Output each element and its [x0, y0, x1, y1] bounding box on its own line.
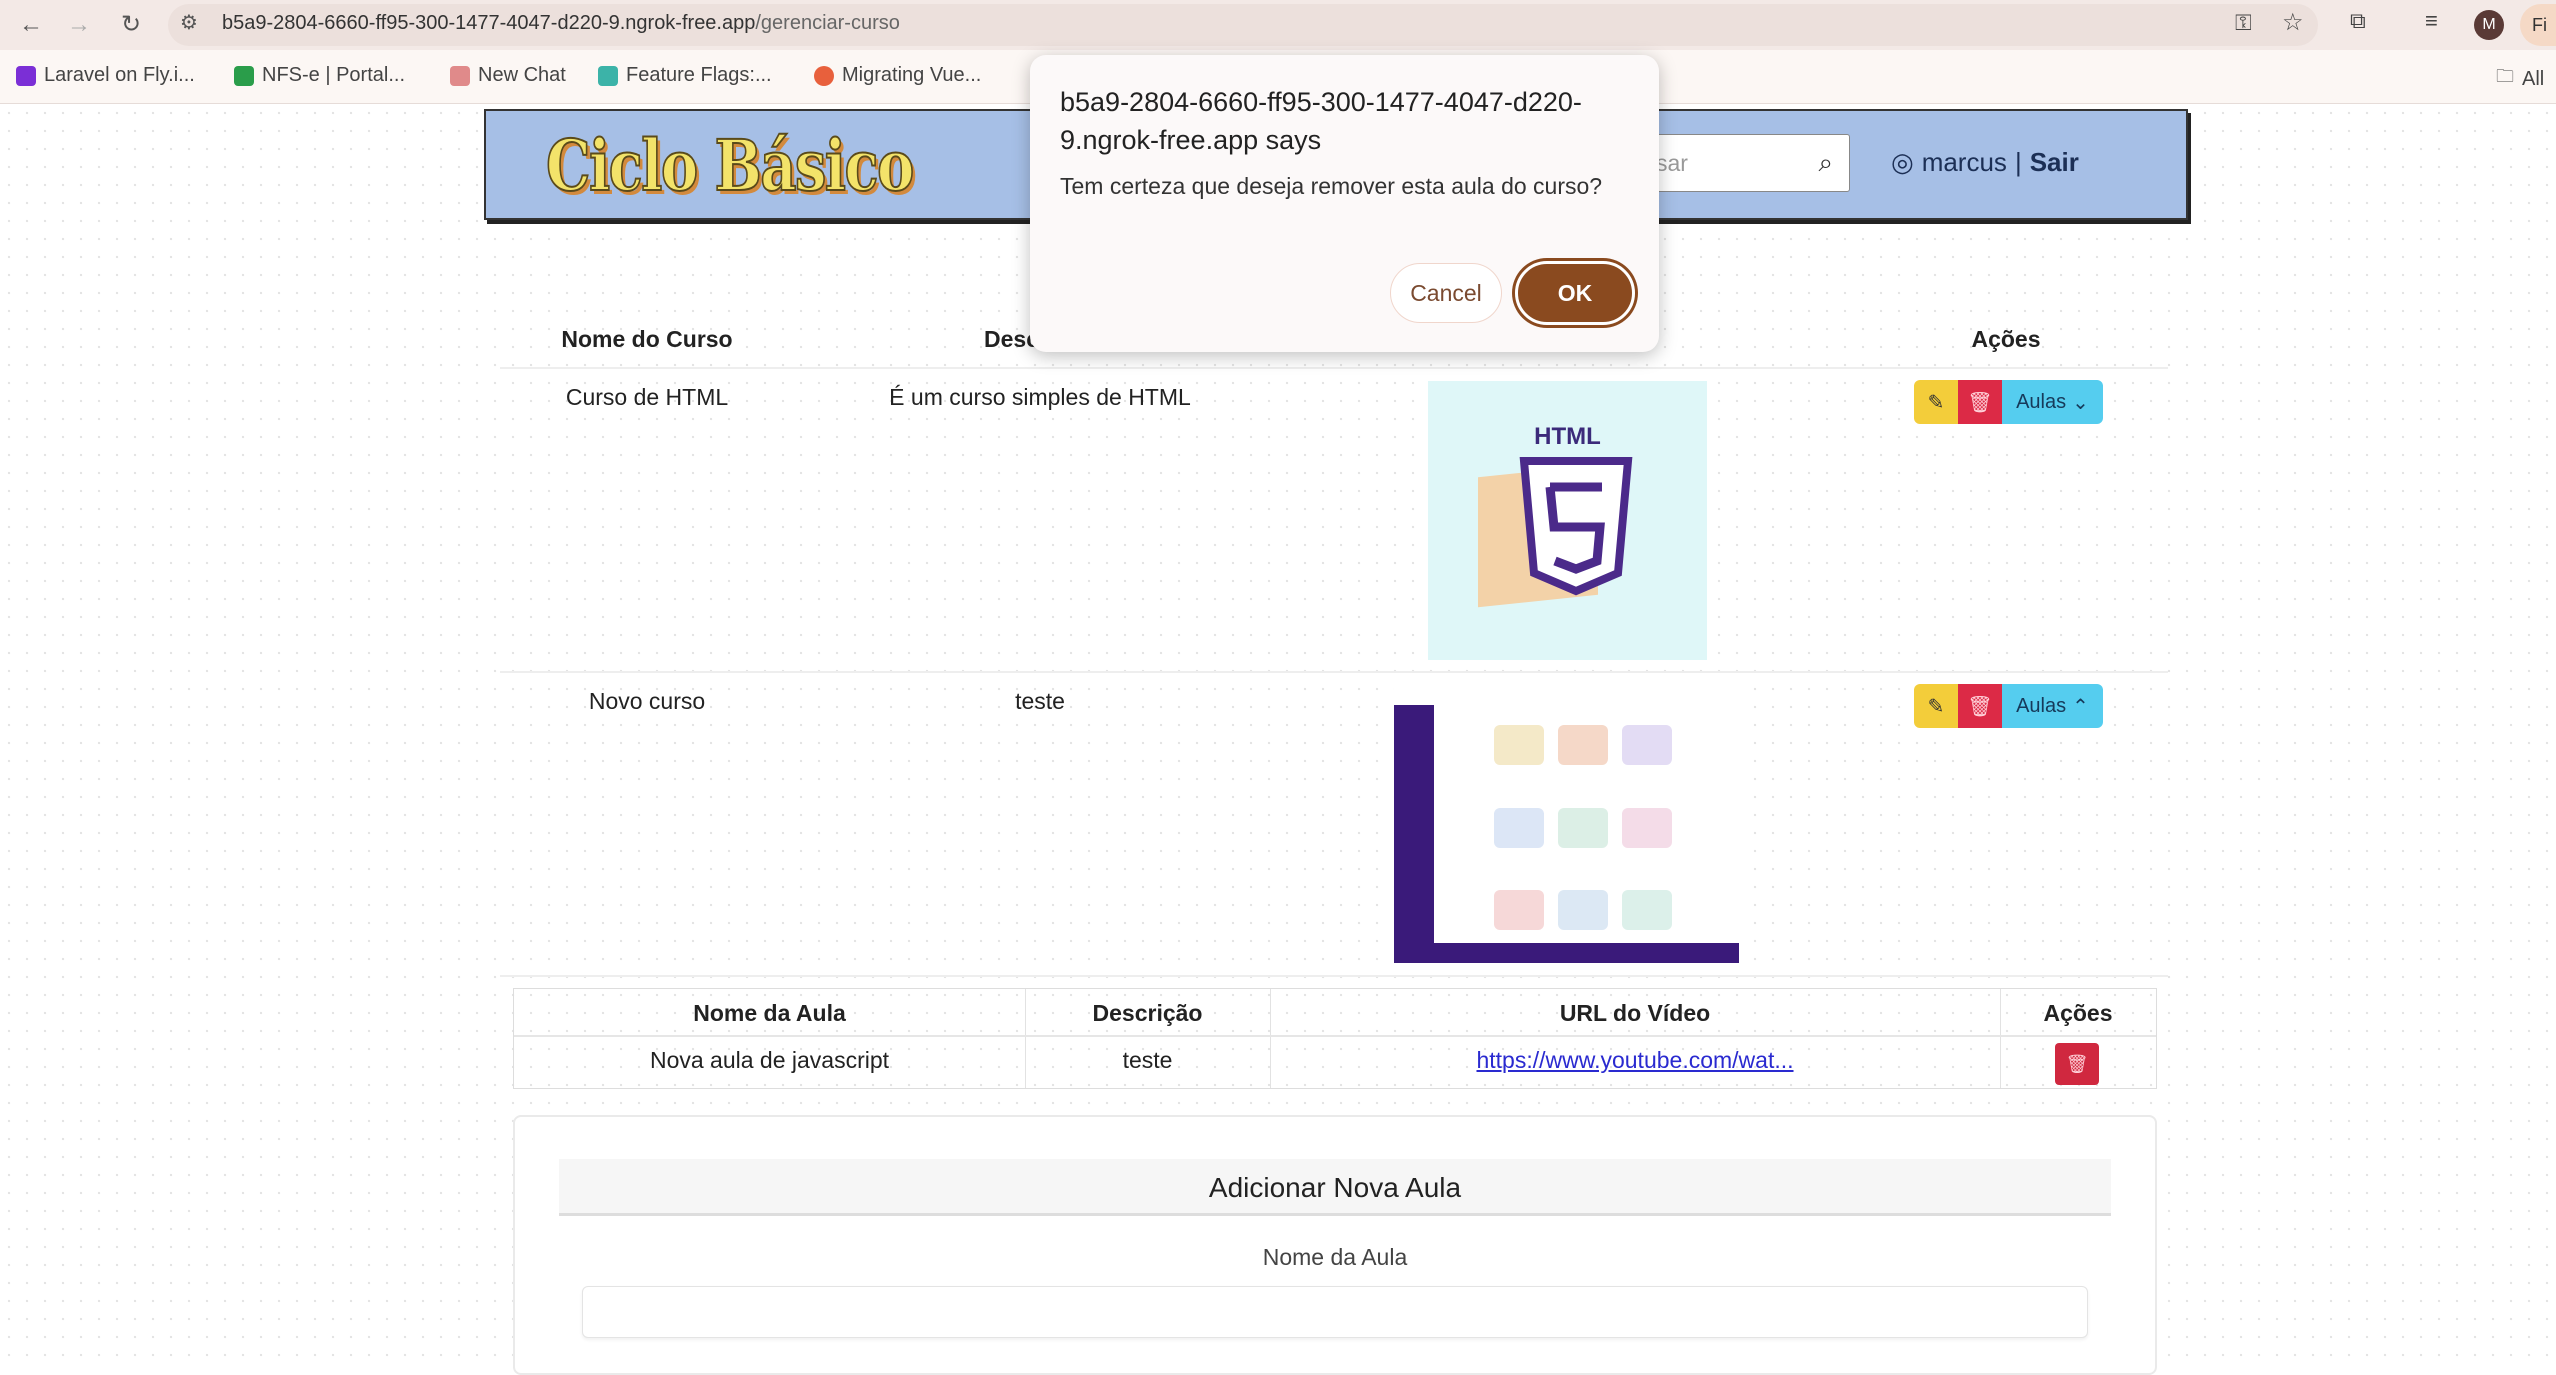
dialog-message: Tem certeza que deseja remover esta aula…	[1060, 173, 1603, 199]
chevron-up-icon: ⌃	[2072, 695, 2089, 718]
all-bookmarks-label: All	[2522, 67, 2545, 90]
trash-icon: 🗑	[1967, 391, 1993, 414]
grid-icon	[1622, 807, 1672, 848]
delete-button[interactable]: 🗑	[1958, 380, 2002, 424]
lessons-table: Nome da Aula Descrição URL do Vídeo Açõe…	[513, 988, 2157, 1089]
aulas-toggle-button[interactable]: Aulas ⌃	[2002, 684, 2103, 728]
grid-icon	[1622, 725, 1672, 765]
course-image-html: HTML	[1428, 381, 1707, 660]
dialog-title: b5a9-2804-6660-ff95-300-1477-4047-d220-9…	[1060, 87, 1582, 155]
profile-avatar[interactable]: M	[2474, 10, 2504, 40]
side-panel-button[interactable]: Fi	[2520, 4, 2556, 46]
lesson-name: Nova aula de javascript	[649, 1047, 890, 1073]
trash-icon: 🗑	[1967, 695, 1993, 718]
divider	[500, 975, 2168, 977]
aulas-label: Aulas	[2016, 694, 2067, 717]
bookmark-nfse[interactable]: NFS-e | Portal...	[234, 64, 405, 87]
divider	[500, 671, 2168, 673]
grid-icon	[1622, 890, 1672, 931]
logout-link[interactable]: Sair	[2030, 147, 2079, 178]
col-header-actions: Ações	[1971, 326, 2041, 352]
user-icon: ◎	[1891, 147, 1914, 177]
bookmark-label: Feature Flags:...	[626, 64, 772, 86]
icon-grid	[1434, 685, 1739, 943]
media-icon[interactable]: ≡	[2425, 8, 2438, 34]
pencil-icon: ✎	[1927, 391, 1945, 414]
reload-icon[interactable]: ↻	[114, 8, 148, 42]
lesson-header-name: Nome da Aula	[693, 1000, 846, 1026]
bookmark-favicon-icon	[450, 65, 470, 86]
course-name: Novo curso	[588, 688, 706, 714]
confirm-dialog: b5a9-2804-6660-ff95-300-1477-4047-d220-9…	[1030, 55, 1659, 352]
grid-icon	[1558, 807, 1608, 848]
grid-icon	[1494, 725, 1544, 765]
url-host: b5a9-2804-6660-ff95-300-1477-4047-d220-9…	[222, 12, 756, 34]
html-logo-label: HTML	[1534, 423, 1601, 450]
divider	[514, 1035, 2156, 1037]
forward-icon[interactable]: →	[62, 8, 96, 42]
lesson-header-description: Descrição	[1092, 1000, 1203, 1026]
course-image-novo	[1394, 685, 1739, 963]
course-actions: ✎ 🗑 Aulas ⌃	[1914, 684, 2103, 728]
edit-button[interactable]: ✎	[1914, 684, 1958, 728]
bookmark-favicon-icon	[234, 65, 254, 86]
user-menu: ◎ marcus | Sair	[1891, 147, 2079, 178]
site-info-icon[interactable]: ⚙	[180, 10, 198, 35]
add-lesson-title: Adicionar Nova Aula	[559, 1159, 2111, 1216]
pencil-icon: ✎	[1927, 695, 1945, 718]
back-icon[interactable]: ←	[14, 8, 48, 42]
bookmark-favicon-icon	[16, 65, 36, 86]
url-path: /gerenciar-curso	[755, 12, 900, 34]
password-key-icon[interactable]: ⚿	[2235, 10, 2252, 36]
logo[interactable]: Ciclo Básico	[545, 123, 915, 208]
delete-button[interactable]: 🗑	[1958, 684, 2002, 728]
lesson-description: teste	[1122, 1047, 1173, 1073]
course-actions: ✎ 🗑 Aulas ⌄	[1914, 380, 2103, 424]
grid-icon	[1558, 890, 1608, 931]
bookmark-favicon-icon	[814, 65, 834, 86]
delete-lesson-button[interactable]: 🗑	[2055, 1043, 2099, 1085]
bookmark-star-icon[interactable]: ☆	[2282, 8, 2304, 37]
aulas-toggle-button[interactable]: Aulas ⌄	[2002, 380, 2103, 424]
separator: |	[2014, 147, 2022, 177]
folder-icon: 🗀	[2496, 66, 2514, 86]
search-placeholder: sar	[1656, 150, 1688, 176]
bookmark-laravel[interactable]: Laravel on Fly.i...	[16, 64, 195, 87]
lesson-name-label: Nome da Aula	[1262, 1244, 1408, 1270]
bookmark-label: NFS-e | Portal...	[262, 64, 406, 86]
course-name: Curso de HTML	[565, 384, 729, 410]
bookmark-label: Migrating Vue...	[842, 64, 982, 86]
extensions-icon[interactable]: ⧉	[2350, 8, 2366, 34]
bookmark-label: Laravel on Fly.i...	[44, 64, 195, 86]
html5-shield-icon	[1519, 457, 1633, 596]
username[interactable]: marcus	[1922, 147, 2007, 178]
trash-icon: 🗑	[2065, 1054, 2089, 1074]
bookmark-feature-flags[interactable]: Feature Flags:...	[598, 64, 772, 87]
bookmark-new-chat[interactable]: New Chat	[450, 64, 566, 87]
col-header-name: Nome do Curso	[561, 326, 733, 352]
edit-button[interactable]: ✎	[1914, 380, 1958, 424]
bookmark-label: New Chat	[478, 64, 566, 86]
lesson-name-input[interactable]	[582, 1286, 2088, 1338]
chevron-down-icon: ⌄	[2072, 391, 2089, 414]
url-text[interactable]: b5a9-2804-6660-ff95-300-1477-4047-d220-9…	[222, 12, 900, 35]
bookmark-favicon-icon	[598, 65, 618, 86]
ok-button[interactable]: OK	[1515, 261, 1635, 325]
course-description: É um curso simples de HTML	[889, 384, 1191, 410]
grid-icon	[1558, 725, 1608, 765]
divider	[500, 367, 2168, 369]
cancel-button[interactable]: Cancel	[1390, 263, 1502, 323]
lesson-header-actions: Ações	[2043, 1000, 2113, 1026]
all-bookmarks[interactable]: 🗀 All	[2496, 64, 2544, 94]
lesson-header-url: URL do Vídeo	[1559, 1000, 1711, 1026]
aulas-label: Aulas	[2016, 390, 2067, 413]
grid-icon	[1494, 807, 1544, 848]
search-icon[interactable]: ⌕	[1818, 147, 1833, 179]
grid-icon	[1494, 890, 1544, 931]
bookmark-migrating-vue[interactable]: Migrating Vue...	[814, 64, 981, 87]
lesson-video-link[interactable]: https://www.youtube.com/wat...	[1270, 1047, 2000, 1074]
course-description: teste	[1015, 688, 1065, 714]
